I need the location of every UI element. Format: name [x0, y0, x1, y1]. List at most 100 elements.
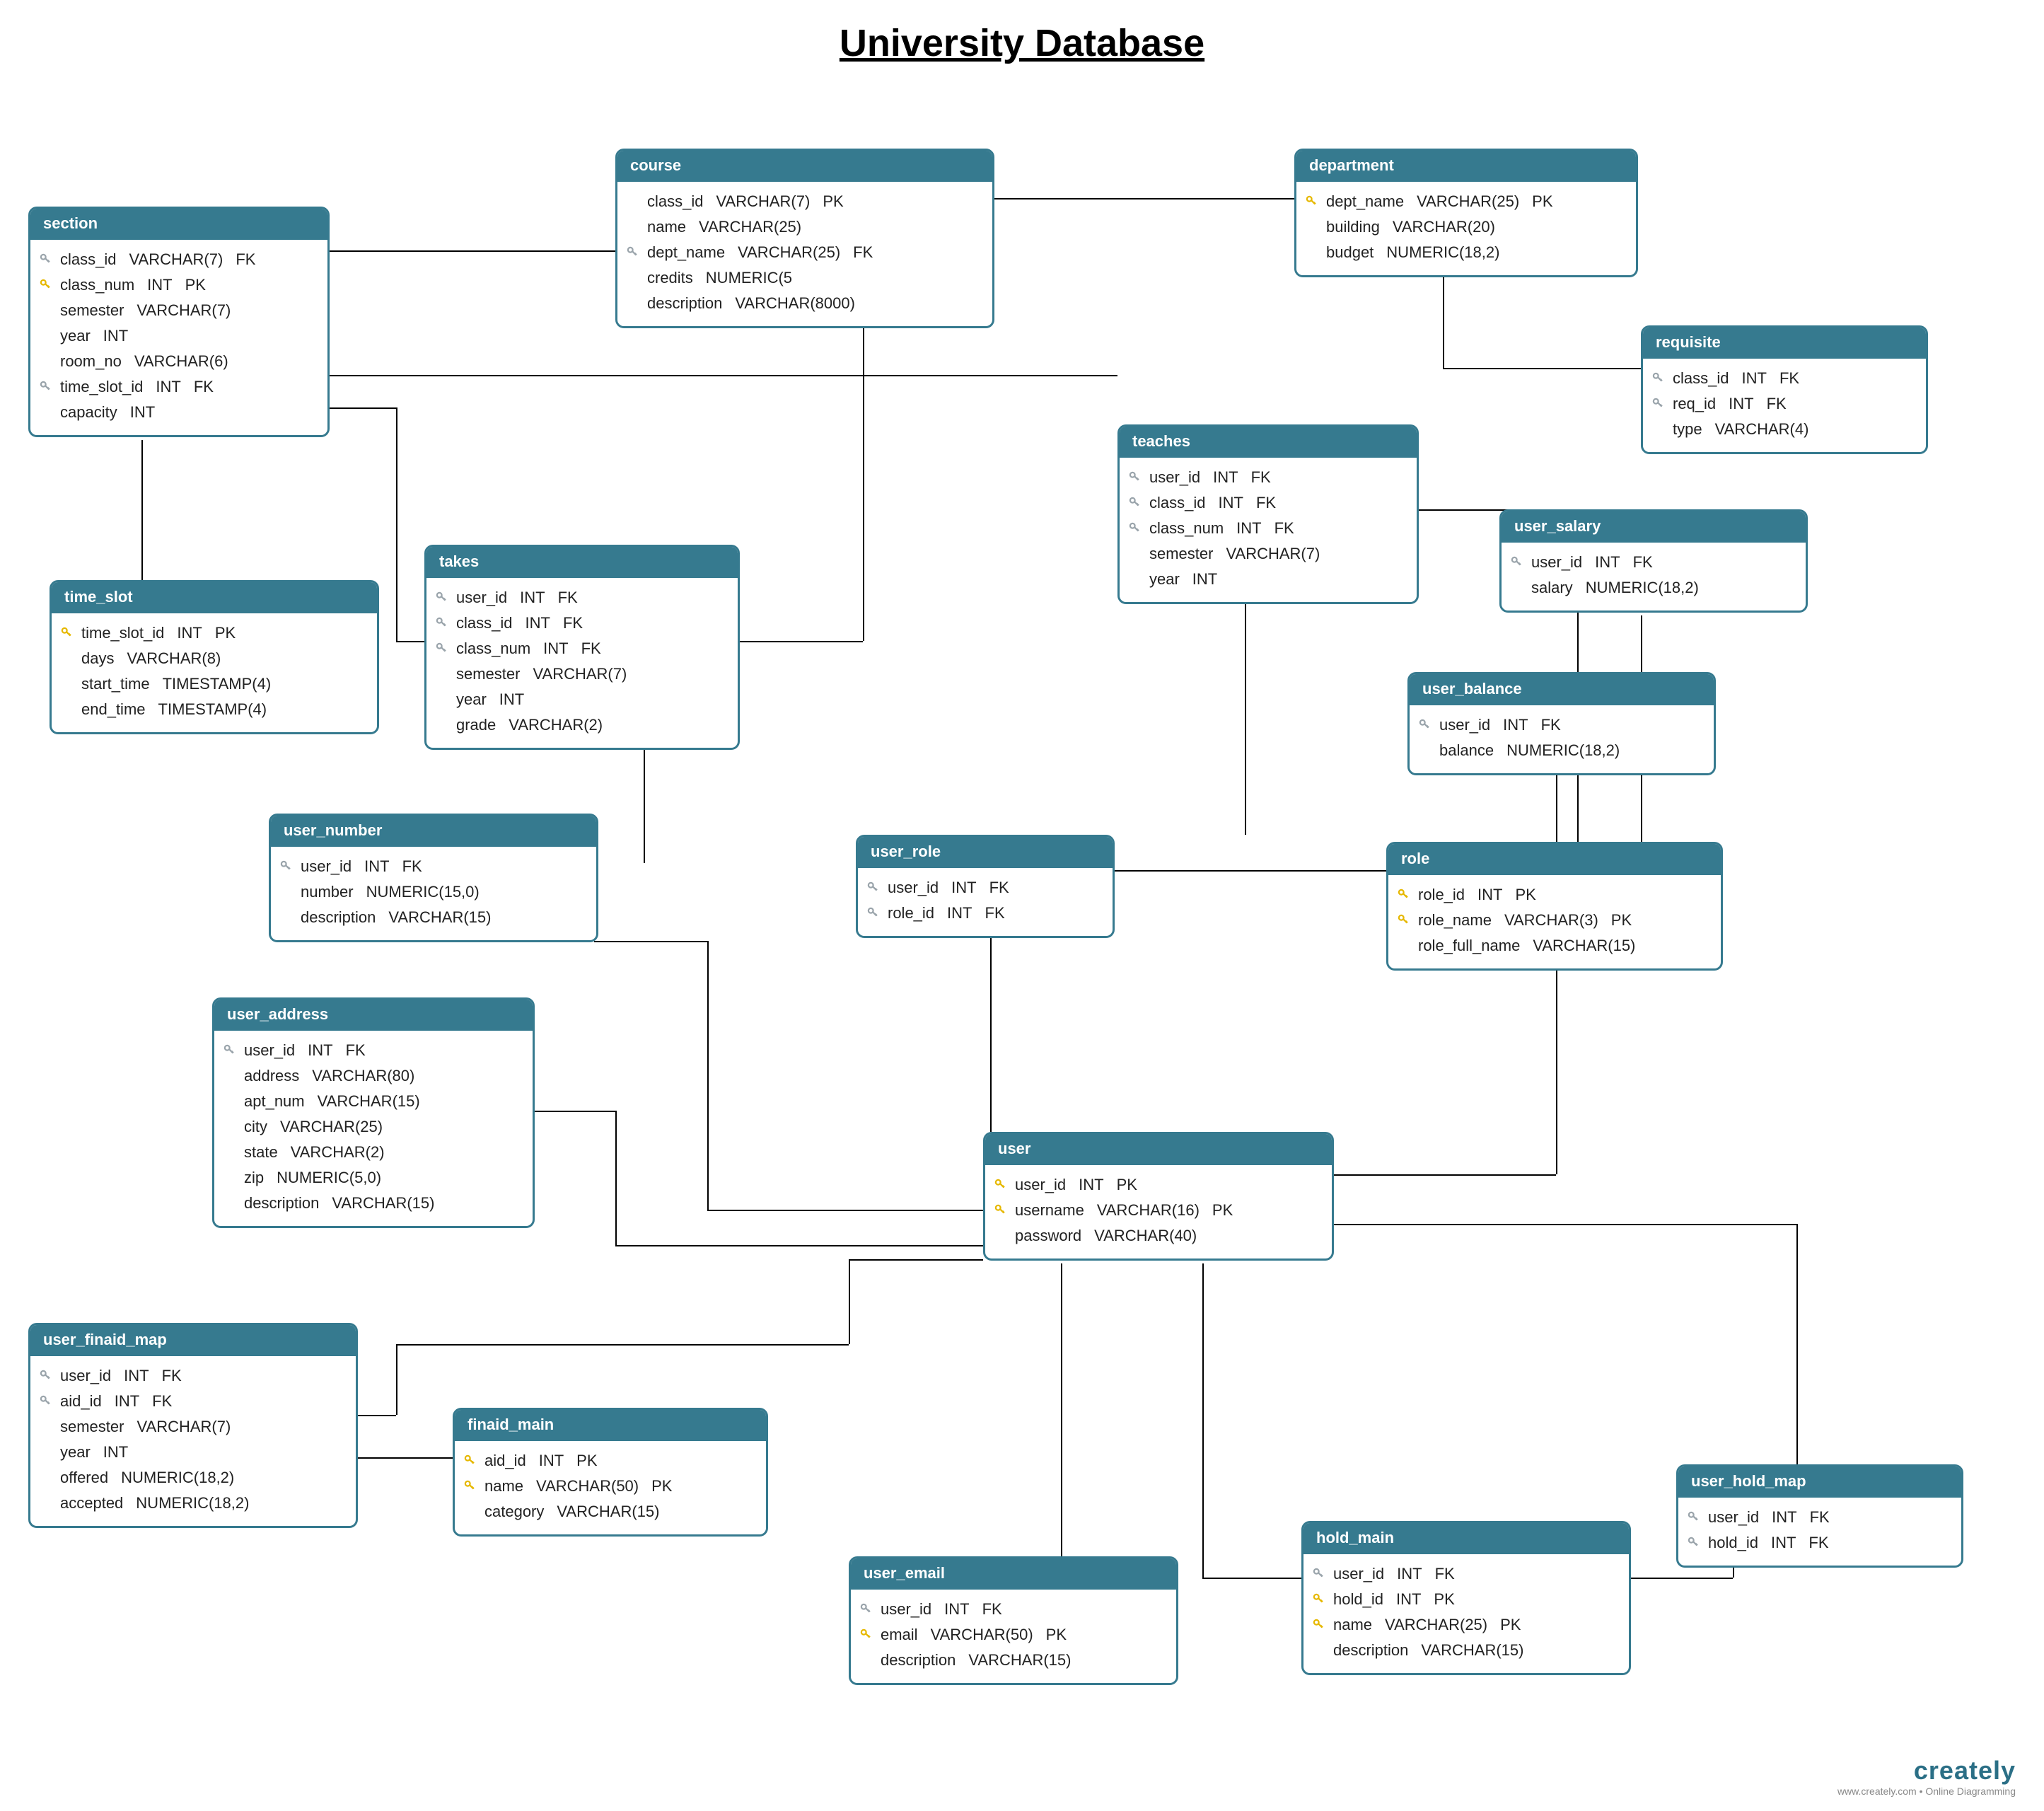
column-type: INT — [1595, 553, 1620, 572]
table-body: user_idINTPKusernameVARCHAR(16)PKpasswor… — [985, 1164, 1332, 1259]
table-department[interactable]: departmentdept_nameVARCHAR(25)PKbuilding… — [1294, 149, 1638, 277]
table-body: dept_nameVARCHAR(25)PKbuildingVARCHAR(20… — [1296, 180, 1636, 275]
column-key-constraint: FK — [1251, 468, 1271, 487]
column-name: start_time — [81, 675, 150, 693]
primary-key-icon — [57, 625, 77, 641]
column-type: INT — [1741, 369, 1766, 388]
column-name: balance — [1439, 741, 1494, 760]
column-name: description — [647, 294, 722, 313]
column-type: NUMERIC(18,2) — [1586, 579, 1699, 597]
column-type: INT — [543, 640, 568, 658]
table-user_role[interactable]: user_roleuser_idINTFKrole_idINTFK — [856, 835, 1115, 938]
primary-key-icon — [991, 1177, 1011, 1193]
column-type: INT — [1772, 1508, 1796, 1527]
column-name: dept_name — [647, 243, 725, 262]
brand-sub: www.creately.com • Online Diagramming — [1837, 1786, 2016, 1797]
table-teaches[interactable]: teaches user_idINTFKclass_idINTFK class_nu… — [1117, 424, 1419, 604]
connector-segment — [325, 250, 615, 252]
table-header: teaches — [1120, 427, 1417, 456]
table-header: course — [617, 151, 992, 180]
column-type: VARCHAR(2) — [509, 716, 603, 734]
column-type: VARCHAR(7) — [716, 192, 810, 211]
column-name: description — [881, 1651, 956, 1670]
column-row: descriptionVARCHAR(8000) — [622, 291, 988, 316]
column-row: start_timeTIMESTAMP(4) — [56, 671, 373, 697]
column-row: user_idINTFK — [431, 585, 733, 611]
column-name: address — [244, 1067, 299, 1085]
table-user_number[interactable]: user_numberuser_idINTFKnumberNUMERIC(15,… — [269, 814, 598, 942]
table-user_email[interactable]: user_emailuser_idINTFKemailVARCHAR(50)PK… — [849, 1556, 1178, 1685]
foreign-key-icon — [36, 1368, 56, 1384]
column-key-constraint: FK — [853, 243, 873, 262]
connector-segment — [1202, 1578, 1301, 1579]
column-row: semesterVARCHAR(7) — [431, 661, 733, 687]
table-name: section — [43, 214, 98, 232]
table-course[interactable]: course class_idVARCHAR(7)PKnameVARCHAR(25… — [615, 149, 994, 328]
table-section[interactable]: sectionclass_idVARCHAR(7)FKclass_numINTP… — [28, 207, 330, 437]
column-row: user_idINTFK — [1124, 465, 1412, 490]
column-key-constraint: FK — [194, 378, 214, 396]
column-row: addressVARCHAR(80) — [219, 1063, 528, 1089]
column-row: class_idVARCHAR(7)FK — [35, 247, 323, 272]
column-type: INT — [1729, 395, 1753, 413]
column-name: class_num — [1149, 519, 1224, 538]
column-name: email — [881, 1626, 918, 1644]
column-row: class_idINTFK — [1124, 490, 1412, 516]
table-user_finaid_map[interactable]: user_finaid_mapuser_idINTFKaid_idINTFKse… — [28, 1323, 358, 1528]
column-row: offeredNUMERIC(18,2) — [35, 1465, 352, 1491]
column-key-constraint: PK — [1500, 1616, 1521, 1634]
table-time_slot[interactable]: time_slottime_slot_idINTPKdaysVARCHAR(8)… — [50, 580, 379, 734]
table-takes[interactable]: takesuser_idINTFKclass_idINTFKclass_numI… — [424, 545, 740, 750]
table-finaid_main[interactable]: finaid_mainaid_idINTPKnameVARCHAR(50)PKc… — [453, 1408, 768, 1537]
foreign-key-icon — [1125, 470, 1145, 485]
table-user[interactable]: useruser_idINTPKusernameVARCHAR(16)PKpas… — [983, 1132, 1334, 1261]
table-body: class_idINTFKreq_idINTFKtypeVARCHAR(4) — [1643, 357, 1926, 452]
column-type: VARCHAR(25) — [280, 1118, 383, 1136]
column-type: INT — [1236, 519, 1261, 538]
column-row: acceptedNUMERIC(18,2) — [35, 1491, 352, 1516]
column-row: dept_nameVARCHAR(25)FK — [622, 240, 988, 265]
foreign-key-icon — [36, 379, 56, 395]
column-name: user_id — [60, 1367, 111, 1385]
table-user_balance[interactable]: user_balanceuser_idINTFKbalanceNUMERIC(1… — [1407, 672, 1716, 775]
column-name: days — [81, 649, 114, 668]
column-type: INT — [364, 857, 389, 876]
connector-segment — [1443, 368, 1641, 369]
column-row: user_idINTFK — [35, 1363, 352, 1389]
table-hold_main[interactable]: hold_mainuser_idINTFKhold_idINTPKnameVAR… — [1301, 1521, 1631, 1675]
column-name: credits — [647, 269, 693, 287]
column-type: INT — [156, 378, 180, 396]
column-key-constraint: PK — [651, 1477, 672, 1495]
column-row: stateVARCHAR(2) — [219, 1140, 528, 1165]
column-type: VARCHAR(50) — [931, 1626, 1033, 1644]
table-name: user_balance — [1422, 680, 1522, 698]
table-header: time_slot — [52, 582, 377, 612]
column-row: role_full_nameVARCHAR(15) — [1393, 933, 1717, 959]
column-name: time_slot_id — [81, 624, 164, 642]
column-name: name — [484, 1477, 523, 1495]
column-key-constraint: FK — [1810, 1508, 1830, 1527]
diagram-title: University Database — [0, 21, 2044, 65]
column-name: capacity — [60, 403, 117, 422]
table-user_hold_map[interactable]: user_hold_mapuser_idINTFKhold_idINTFK — [1676, 1464, 1963, 1568]
table-requisite[interactable]: requisite class_idINTFKreq_idINTFKtypeVAR… — [1641, 325, 1928, 454]
column-type: VARCHAR(25) — [1385, 1616, 1487, 1634]
column-name: year — [60, 1443, 91, 1462]
column-name: year — [1149, 570, 1180, 589]
table-user_address[interactable]: user_addressuser_idINTFKaddressVARCHAR(8… — [212, 997, 535, 1228]
table-user_salary[interactable]: user_salaryuser_idINTFKsalaryNUMERIC(18,… — [1499, 509, 1808, 613]
table-role[interactable]: rolerole_idINTPKrole_nameVARCHAR(3)PKrol… — [1386, 842, 1723, 971]
column-row: user_idINTFK — [1683, 1505, 1957, 1530]
table-body: class_idVARCHAR(7)PKnameVARCHAR(25)dept_… — [617, 180, 992, 326]
table-name: user_role — [871, 843, 941, 860]
table-name: requisite — [1656, 333, 1721, 351]
table-name: user_address — [227, 1005, 328, 1023]
column-name: year — [60, 327, 91, 345]
table-name: course — [630, 156, 681, 174]
connector-segment — [396, 1344, 397, 1415]
column-type: INT — [124, 1367, 149, 1385]
column-name: grade — [456, 716, 496, 734]
column-key-constraint: FK — [152, 1392, 172, 1411]
column-row: semesterVARCHAR(7) — [35, 1414, 352, 1440]
connector-segment — [396, 1344, 849, 1346]
